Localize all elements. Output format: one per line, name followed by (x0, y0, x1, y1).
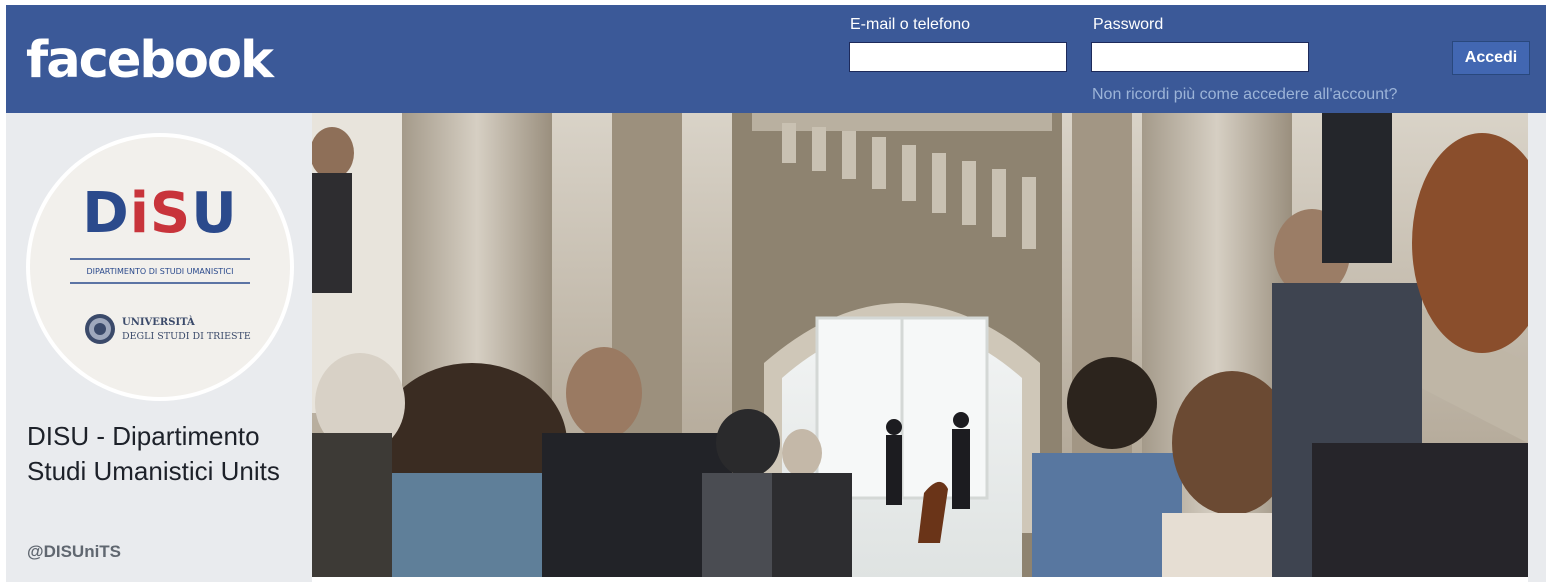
login-button[interactable]: Accedi (1452, 41, 1530, 75)
university-line-2: DEGLI STUDI DI TRIESTE (122, 331, 251, 342)
password-field[interactable] (1091, 42, 1309, 72)
disu-logo: DiSU DIPARTIMENTO DI STUDI UMANISTICI UN… (70, 181, 251, 344)
top-bar: facebook E-mail o telefono Password Acce… (6, 5, 1546, 113)
avatar-image: DiSU DIPARTIMENTO DI STUDI UMANISTICI UN… (30, 137, 290, 397)
facebook-logo[interactable]: facebook (26, 31, 274, 91)
avatar[interactable]: DiSU DIPARTIMENTO DI STUDI UMANISTICI UN… (26, 133, 294, 401)
page-handle[interactable]: @DISUniTS (27, 541, 121, 563)
cover-photo-image (312, 113, 1528, 577)
disu-logo-text: DiSU (82, 181, 238, 246)
email-label: E-mail o telefono (850, 16, 971, 33)
page-title[interactable]: DISU - Dipartimento Studi Umanistici Uni… (27, 419, 307, 489)
email-field[interactable] (849, 42, 1067, 72)
right-gutter (1528, 113, 1546, 582)
university-seal-icon (85, 314, 115, 344)
password-label: Password (1093, 16, 1164, 33)
facebook-page: facebook E-mail o telefono Password Acce… (0, 0, 1546, 582)
forgot-account-link[interactable]: Non ricordi più come accedere all'accoun… (1092, 85, 1397, 105)
profile-sidebar: DiSU DIPARTIMENTO DI STUDI UMANISTICI UN… (6, 113, 312, 582)
cover-photo[interactable] (312, 113, 1528, 577)
university-line-1: UNIVERSITÀ (122, 316, 195, 328)
department-line: DIPARTIMENTO DI STUDI UMANISTICI (87, 267, 234, 276)
